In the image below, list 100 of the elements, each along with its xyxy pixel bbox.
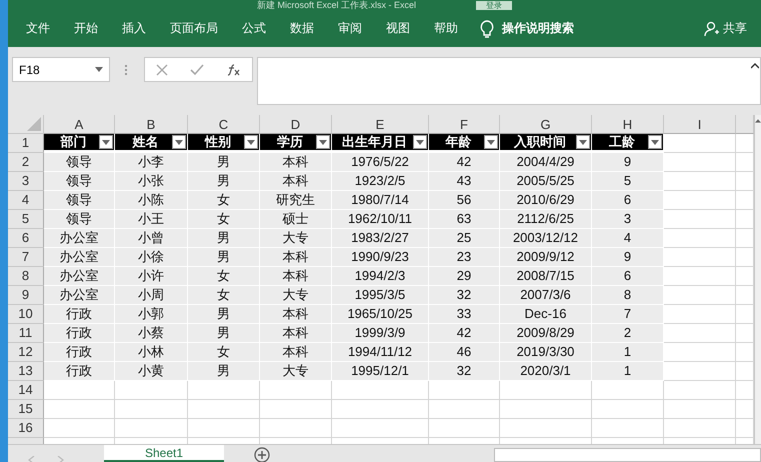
- row-header[interactable]: 14: [8, 381, 44, 400]
- row-header[interactable]: 1: [8, 134, 44, 153]
- row-header[interactable]: 5: [8, 210, 44, 229]
- table-cell: 2005/5/25: [500, 172, 592, 191]
- ribbon-tab[interactable]: 数据: [278, 20, 326, 37]
- table-cell: 男: [188, 248, 260, 267]
- table-cell: 男: [188, 172, 260, 191]
- table-cell: 42: [429, 153, 500, 172]
- table-cell: [592, 419, 664, 438]
- table-cell: 23: [429, 248, 500, 267]
- row-header[interactable]: 16: [8, 419, 44, 438]
- ribbon-tab[interactable]: 公式: [230, 20, 278, 37]
- collapse-icon[interactable]: [751, 63, 759, 69]
- row-header[interactable]: 11: [8, 324, 44, 343]
- lightbulb-icon: [480, 20, 494, 38]
- table-cell: 办公室: [44, 229, 115, 248]
- table-cell: [260, 381, 332, 400]
- table-cell: 本科: [260, 324, 332, 343]
- sign-in-button[interactable]: 登录: [476, 0, 512, 10]
- table-cell: [188, 419, 260, 438]
- row-header[interactable]: 9: [8, 286, 44, 305]
- column-header[interactable]: D: [260, 115, 332, 134]
- table-cell: 行政: [44, 305, 115, 324]
- ribbon-tab[interactable]: 视图: [374, 20, 422, 37]
- table-cell: 领导: [44, 172, 115, 191]
- header-cell-text: 性别: [204, 133, 232, 151]
- filter-button[interactable]: [484, 135, 498, 149]
- table-cell: 硕士: [260, 210, 332, 229]
- column-header[interactable]: C: [188, 115, 260, 134]
- tell-me-search[interactable]: 操作说明搜索: [494, 20, 582, 37]
- filter-button[interactable]: [576, 135, 590, 149]
- row-header[interactable]: 10: [8, 305, 44, 324]
- column-header[interactable]: G: [500, 115, 592, 134]
- table-cell: 2: [592, 324, 664, 343]
- sheet-tab[interactable]: Sheet1: [104, 445, 224, 462]
- dropdown-arrow-icon: [175, 140, 183, 144]
- ribbon-tab[interactable]: 帮助: [422, 20, 470, 37]
- row-header[interactable]: 8: [8, 267, 44, 286]
- header-cell-text: 入职时间: [512, 133, 567, 151]
- table-cell: 本科: [260, 172, 332, 191]
- row-header[interactable]: 12: [8, 343, 44, 362]
- table-cell: 小王: [115, 210, 188, 229]
- ribbon-tab[interactable]: 审阅: [326, 20, 374, 37]
- row-header[interactable]: 7: [8, 248, 44, 267]
- filter-button[interactable]: [648, 135, 662, 149]
- ribbon-tab[interactable]: 插入: [110, 20, 158, 37]
- table-cell: [188, 400, 260, 419]
- row-header[interactable]: 4: [8, 191, 44, 210]
- table-cell: 办公室: [44, 248, 115, 267]
- table-cell: 32: [429, 362, 500, 381]
- scroll-up-icon[interactable]: [755, 118, 761, 123]
- column-header[interactable]: B: [115, 115, 188, 134]
- row-header[interactable]: 13: [8, 362, 44, 381]
- dropdown-arrow-icon: [579, 140, 587, 144]
- name-box[interactable]: F18: [12, 57, 110, 82]
- table-cell: 1962/10/11: [332, 210, 429, 229]
- window-title: 新建 Microsoft Excel 工作表.xlsx - Excel: [256, 0, 416, 10]
- column-header[interactable]: I: [664, 115, 736, 134]
- check-icon[interactable]: [190, 64, 204, 76]
- column-header[interactable]: F: [429, 115, 500, 134]
- person-plus-icon: [704, 20, 720, 36]
- row-header[interactable]: 3: [8, 172, 44, 191]
- header-cell-text: 年龄: [444, 133, 472, 151]
- add-sheet-icon[interactable]: [254, 447, 270, 462]
- table-cell: 1994/2/3: [332, 267, 429, 286]
- table-cell: 男: [188, 324, 260, 343]
- filter-button[interactable]: [316, 135, 330, 149]
- table-cell: 6: [592, 267, 664, 286]
- filter-button[interactable]: [413, 135, 427, 149]
- row-header[interactable]: 2: [8, 153, 44, 172]
- table-cell: [664, 267, 736, 286]
- table-cell: [664, 400, 736, 419]
- function-icon[interactable]: [226, 64, 241, 76]
- table-cell: 3: [592, 210, 664, 229]
- grip-icon: [125, 65, 129, 75]
- table-cell: [664, 134, 736, 153]
- column-header[interactable]: A: [44, 115, 115, 134]
- table-cell: 大专: [260, 286, 332, 305]
- table-cell: 4: [592, 229, 664, 248]
- table-cell: 42: [429, 324, 500, 343]
- table-cell: 女: [188, 343, 260, 362]
- table-cell: 43: [429, 172, 500, 191]
- column-header[interactable]: H: [592, 115, 664, 134]
- table-cell: 1923/2/5: [332, 172, 429, 191]
- table-cell: 办公室: [44, 267, 115, 286]
- ribbon-tab[interactable]: 页面布局: [158, 20, 230, 37]
- table-cell: 本科: [260, 248, 332, 267]
- column-header[interactable]: E: [332, 115, 429, 134]
- ribbon-tab[interactable]: 文件: [14, 20, 62, 37]
- share-button[interactable]: 共享: [698, 19, 753, 38]
- table-cell: 7: [592, 305, 664, 324]
- table-cell: 1983/2/27: [332, 229, 429, 248]
- filter-button[interactable]: [244, 135, 258, 149]
- table-cell: Dec-16: [500, 305, 592, 324]
- row-header[interactable]: 6: [8, 229, 44, 248]
- filter-button[interactable]: [172, 135, 186, 149]
- ribbon-tab[interactable]: 开始: [62, 20, 110, 37]
- filter-button[interactable]: [99, 135, 113, 149]
- table-cell: 女: [188, 286, 260, 305]
- row-header[interactable]: 15: [8, 400, 44, 419]
